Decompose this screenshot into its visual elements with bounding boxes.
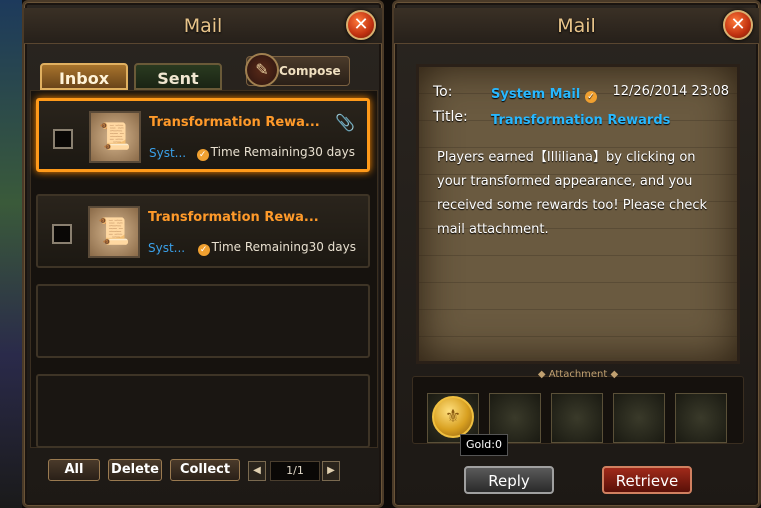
mail-detail-panel: Mail ✕ To: System Mail ✓ 12/26/2014 23:0…	[392, 0, 761, 508]
compose-quill-icon: ✎	[245, 53, 279, 87]
list-item[interactable]: 📜 Transformation Rewa... 📎 Syst... ✓ Time…	[36, 98, 370, 172]
mail-scroll-icon: 📜	[88, 206, 140, 258]
panel-title: Mail	[24, 8, 382, 44]
chevron-right-icon[interactable]: ▶	[322, 461, 340, 481]
mail-scroll-icon: 📜	[89, 111, 141, 163]
verified-icon: ✓	[196, 149, 209, 161]
mail-list-panel: Mail ✕ Inbox Sent ✎ Compose 📜 Transforma…	[22, 0, 384, 508]
mail-subject: Transformation Rewa...	[149, 115, 320, 130]
attachment-slot	[551, 393, 603, 443]
verified-icon: ✓	[197, 244, 210, 256]
chevron-left-icon[interactable]: ◀	[248, 461, 266, 481]
select-all-button[interactable]: All	[48, 459, 100, 481]
attachment-title: ◆ Attachment ◆	[537, 369, 619, 380]
mail-sender: Syst...	[148, 241, 186, 255]
title-value: Transformation Rewards	[491, 113, 671, 128]
time-value: 30 days	[307, 145, 355, 159]
delete-button[interactable]: Delete	[108, 459, 162, 481]
time-label: Time Remaining	[211, 240, 309, 254]
title-label: Title:	[433, 109, 468, 125]
gold-tooltip: Gold:0	[460, 434, 508, 456]
retrieve-button[interactable]: Retrieve	[602, 466, 692, 494]
page-indicator: 1/1	[270, 461, 320, 481]
time-label: Time Remaining	[210, 145, 308, 159]
recipient-name: System Mail	[491, 87, 581, 102]
background-scenery	[0, 0, 22, 508]
empty-mail-slot	[36, 374, 370, 448]
tab-inbox[interactable]: Inbox	[40, 63, 128, 90]
close-icon[interactable]: ✕	[723, 10, 753, 40]
empty-mail-slot	[36, 284, 370, 358]
time-value: 30 days	[308, 240, 356, 254]
compose-button[interactable]: ✎ Compose	[245, 53, 350, 87]
list-item[interactable]: 📜 Transformation Rewa... Syst... ✓ Time R…	[36, 194, 370, 268]
mail-time: ✓ Time Remaining30 days	[197, 240, 356, 256]
reply-button[interactable]: Reply	[464, 466, 554, 494]
compose-label: Compose	[279, 64, 341, 78]
mail-checkbox[interactable]	[53, 129, 73, 149]
verified-icon: ✓	[584, 91, 597, 103]
attachment-slot	[675, 393, 727, 443]
mail-time: ✓ Time Remaining30 days	[196, 145, 355, 161]
to-value: System Mail ✓	[491, 87, 599, 103]
paperclip-icon: 📎	[335, 113, 355, 132]
panel-title: Mail	[394, 8, 759, 44]
attachment-slot	[613, 393, 665, 443]
to-label: To:	[433, 84, 453, 100]
mail-message: Players earned【Illiliana】by clicking on …	[437, 150, 708, 237]
close-icon[interactable]: ✕	[346, 10, 376, 40]
tab-sent[interactable]: Sent	[134, 63, 222, 90]
attachment-label: Attachment	[548, 369, 608, 380]
collect-button[interactable]: Collect	[170, 459, 240, 481]
letter-body: To: System Mail ✓ 12/26/2014 23:08 Title…	[416, 64, 740, 364]
mail-sender: Syst...	[149, 146, 187, 160]
mail-subject: Transformation Rewa...	[148, 210, 319, 225]
gold-coin-icon: ⚜	[432, 396, 474, 438]
mail-checkbox[interactable]	[52, 224, 72, 244]
mail-date: 12/26/2014 23:08	[612, 84, 729, 99]
